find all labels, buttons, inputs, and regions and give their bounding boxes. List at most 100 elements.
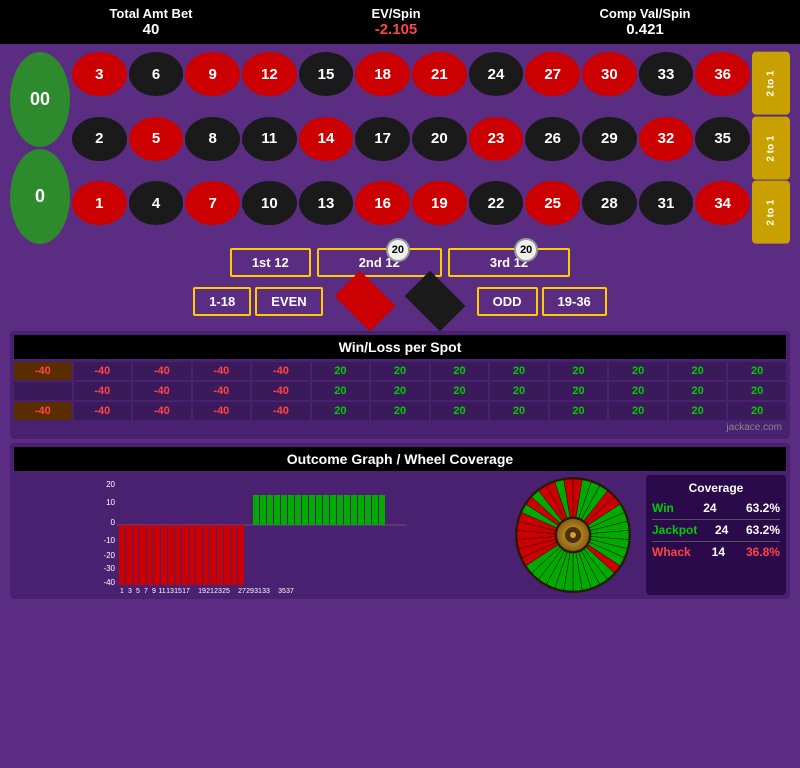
number-cell-8[interactable]: 8 [185, 117, 240, 161]
whack-count: 14 [712, 545, 725, 559]
outcome-body: 20 10 0 -10 -20 -30 -40 1 3 5 7 [14, 475, 786, 595]
wl-cell-r0-c10: 20 [609, 362, 667, 380]
neg-bar-1 [119, 525, 125, 585]
svg-text:13: 13 [166, 588, 174, 595]
black-diamond[interactable] [404, 271, 465, 332]
dozen-2nd-chip: 20 [386, 238, 410, 262]
coverage-jackpot-row: Jackpot 24 63.2% [652, 523, 780, 537]
wl-cell-r2-c10: 20 [609, 402, 667, 420]
svg-text:17: 17 [182, 588, 190, 595]
wl-cell-r0-c9: 20 [550, 362, 608, 380]
number-cell-21[interactable]: 21 [412, 52, 467, 96]
pos-bar-37 [379, 495, 385, 525]
comp-val-value: 0.421 [599, 21, 690, 38]
number-cell-9[interactable]: 9 [185, 52, 240, 96]
bet-odd[interactable]: ODD [477, 287, 538, 316]
zero-cell[interactable]: 0 [10, 149, 70, 244]
wl-cell-r0-c8: 20 [490, 362, 548, 380]
wl-cell-r0-c5: 20 [312, 362, 370, 380]
jackace-label: jackace.com [14, 420, 786, 435]
svg-text:25: 25 [222, 588, 230, 595]
svg-text:19: 19 [198, 588, 206, 595]
y-label--10: -10 [103, 536, 115, 545]
number-cell-29[interactable]: 29 [582, 117, 637, 161]
wl-cell-r2-c11: 20 [669, 402, 727, 420]
number-cell-28[interactable]: 28 [582, 181, 637, 225]
win-pct: 63.2% [746, 501, 780, 515]
wl-cell-r1-c10: 20 [609, 382, 667, 400]
number-cell-1[interactable]: 1 [72, 181, 127, 225]
side-bet-bot[interactable]: 2 to 1 [752, 181, 790, 244]
wl-cell-r2-c12: 20 [728, 402, 786, 420]
coverage-title: Coverage [652, 481, 780, 495]
wl-cell-r2-c0: -40 [14, 402, 72, 420]
neg-bar-14 [210, 525, 216, 585]
wl-section: Win/Loss per Spot -40-40-40-40-402020202… [10, 331, 790, 439]
number-cell-17[interactable]: 17 [355, 117, 410, 161]
dozen-3rd[interactable]: 3rd 12 20 [448, 248, 570, 277]
number-cell-10[interactable]: 10 [242, 181, 297, 225]
number-cell-36[interactable]: 36 [695, 52, 750, 96]
number-cell-27[interactable]: 27 [525, 52, 580, 96]
number-cell-20[interactable]: 20 [412, 117, 467, 161]
dozen-1st[interactable]: 1st 12 [230, 248, 311, 277]
double-zero-cell[interactable]: 00 [10, 52, 70, 147]
number-cell-4[interactable]: 4 [129, 181, 184, 225]
number-cell-25[interactable]: 25 [525, 181, 580, 225]
number-cell-13[interactable]: 13 [299, 181, 354, 225]
svg-text:9: 9 [152, 588, 156, 595]
number-cell-19[interactable]: 19 [412, 181, 467, 225]
number-cell-15[interactable]: 15 [299, 52, 354, 96]
wl-cell-r1-c5: 20 [312, 382, 370, 400]
total-bet-value: 40 [109, 21, 192, 38]
wl-cell-r2-c4: -40 [252, 402, 310, 420]
coverage-win-row: Win 24 63.2% [652, 501, 780, 515]
number-cell-3[interactable]: 3 [72, 52, 127, 96]
number-cell-2[interactable]: 2 [72, 117, 127, 161]
number-cell-30[interactable]: 30 [582, 52, 637, 96]
number-cell-31[interactable]: 31 [639, 181, 694, 225]
number-cell-33[interactable]: 33 [639, 52, 694, 96]
svg-text:31: 31 [254, 588, 262, 595]
neg-bar-5 [147, 525, 153, 585]
pos-bar-22 [274, 495, 280, 525]
side-bet-mid[interactable]: 2 to 1 [752, 117, 790, 180]
pos-bar-25 [295, 495, 301, 525]
side-bet-top[interactable]: 2 to 1 [752, 52, 790, 115]
number-cell-16[interactable]: 16 [355, 181, 410, 225]
number-cell-5[interactable]: 5 [129, 117, 184, 161]
wl-cell-r0-c4: -40 [252, 362, 310, 380]
bet-19-36[interactable]: 19-36 [542, 287, 607, 316]
pos-bar-35 [365, 495, 371, 525]
wl-row-1: -40-40-40-402020202020202020 [14, 382, 786, 400]
pos-bar-23 [281, 495, 287, 525]
neg-bar-7 [161, 525, 167, 585]
number-cell-6[interactable]: 6 [129, 52, 184, 96]
number-cell-24[interactable]: 24 [469, 52, 524, 96]
bet-even[interactable]: EVEN [255, 287, 322, 316]
number-cell-26[interactable]: 26 [525, 117, 580, 161]
pos-bar-21 [267, 495, 273, 525]
svg-text:5: 5 [136, 588, 140, 595]
number-cell-35[interactable]: 35 [695, 117, 750, 161]
number-cell-14[interactable]: 14 [299, 117, 354, 161]
svg-text:23: 23 [214, 588, 222, 595]
number-cell-18[interactable]: 18 [355, 52, 410, 96]
number-cell-22[interactable]: 22 [469, 181, 524, 225]
coverage-whack-row: Whack 14 36.8% [652, 545, 780, 559]
coverage-divider-1 [652, 519, 780, 520]
number-cell-7[interactable]: 7 [185, 181, 240, 225]
x-labels: 1 3 5 7 9 11 13 15 17 19 21 23 25 27 29 … [120, 588, 294, 595]
bottom-bets-row: 1-18 EVEN ODD 19-36 [10, 279, 790, 323]
svg-text:37: 37 [286, 588, 294, 595]
dozen-2nd[interactable]: 2nd 12 20 [317, 248, 442, 277]
pos-bar-31 [337, 495, 343, 525]
number-cell-11[interactable]: 11 [242, 117, 297, 161]
red-diamond[interactable] [334, 271, 395, 332]
number-cell-23[interactable]: 23 [469, 117, 524, 161]
number-cell-32[interactable]: 32 [639, 117, 694, 161]
number-cell-12[interactable]: 12 [242, 52, 297, 96]
bet-1-18[interactable]: 1-18 [193, 287, 251, 316]
number-cell-34[interactable]: 34 [695, 181, 750, 225]
svg-text:29: 29 [246, 588, 254, 595]
